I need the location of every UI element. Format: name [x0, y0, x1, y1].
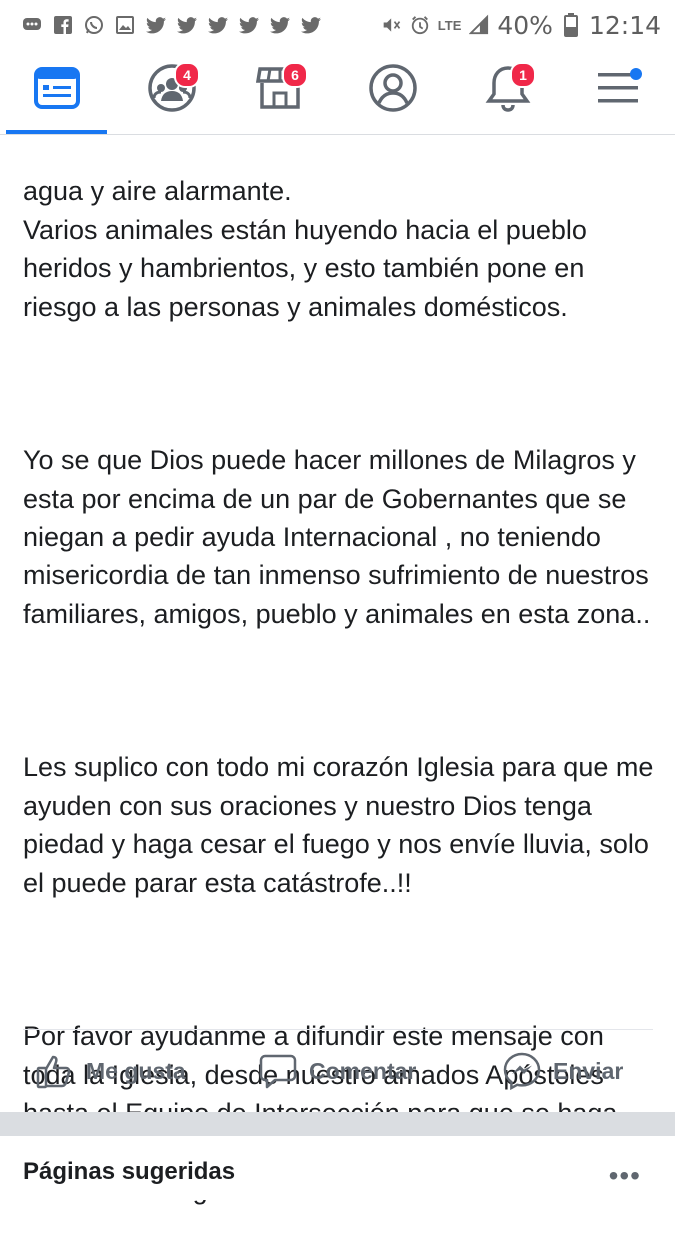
- post-actions: Me gusta Comentar Enviar: [0, 1030, 675, 1112]
- marketplace-badge: 6: [282, 62, 308, 88]
- thumbs-up-icon: [36, 1053, 74, 1089]
- mute-icon: [382, 15, 402, 35]
- send-label: Enviar: [553, 1057, 624, 1084]
- feed-icon: [34, 66, 80, 114]
- more-options-button[interactable]: •••: [609, 1160, 641, 1192]
- tab-menu[interactable]: [588, 60, 648, 120]
- clock: 12:14: [588, 10, 661, 40]
- tab-profile[interactable]: [363, 60, 423, 120]
- twitter-icon: [208, 15, 228, 35]
- twitter-icon: [239, 15, 259, 35]
- tab-groups[interactable]: 4: [142, 60, 202, 120]
- twitter-icon: [146, 15, 166, 35]
- menu-dot-badge: [630, 68, 642, 80]
- post-paragraph: agua y aire alarmante. Varios animales e…: [23, 176, 587, 322]
- comment-button[interactable]: Comentar: [259, 1030, 416, 1112]
- tab-notifications[interactable]: 1: [478, 60, 538, 120]
- post-paragraph: Yo se que Dios puede hacer millones de M…: [23, 445, 651, 629]
- status-bar: LTE 40% 12:14: [0, 0, 675, 50]
- alarm-icon: [410, 15, 430, 35]
- send-button[interactable]: Enviar: [503, 1030, 623, 1112]
- tab-news-feed[interactable]: [27, 60, 87, 120]
- battery-icon: [561, 13, 581, 37]
- messenger-icon: [503, 1052, 541, 1090]
- section-separator: [0, 1112, 675, 1136]
- twitter-icon: [177, 15, 197, 35]
- comment-icon: [259, 1053, 297, 1089]
- tab-marketplace[interactable]: 6: [250, 60, 310, 120]
- notifications-badge: 1: [510, 62, 536, 88]
- network-type: LTE: [437, 17, 462, 33]
- profile-icon: [368, 63, 418, 118]
- like-button[interactable]: Me gusta: [36, 1030, 186, 1112]
- post-paragraph: Les suplico con todo mi corazón Iglesia …: [23, 752, 654, 898]
- chat-bubble-icon: [22, 15, 42, 35]
- twitter-icon: [301, 15, 321, 35]
- image-icon: [115, 15, 135, 35]
- battery-percent: 40%: [497, 10, 553, 40]
- tab-bar: 4 6 1: [0, 50, 675, 135]
- facebook-icon: [53, 15, 73, 35]
- groups-badge: 4: [174, 62, 200, 88]
- signal-icon: [469, 14, 489, 35]
- twitter-icon: [270, 15, 290, 35]
- suggested-pages-title: Páginas sugeridas: [23, 1158, 236, 1185]
- suggested-pages-header: Páginas sugeridas •••: [0, 1136, 675, 1200]
- like-label: Me gusta: [86, 1057, 186, 1084]
- whatsapp-icon: [84, 15, 104, 35]
- comment-label: Comentar: [309, 1057, 417, 1084]
